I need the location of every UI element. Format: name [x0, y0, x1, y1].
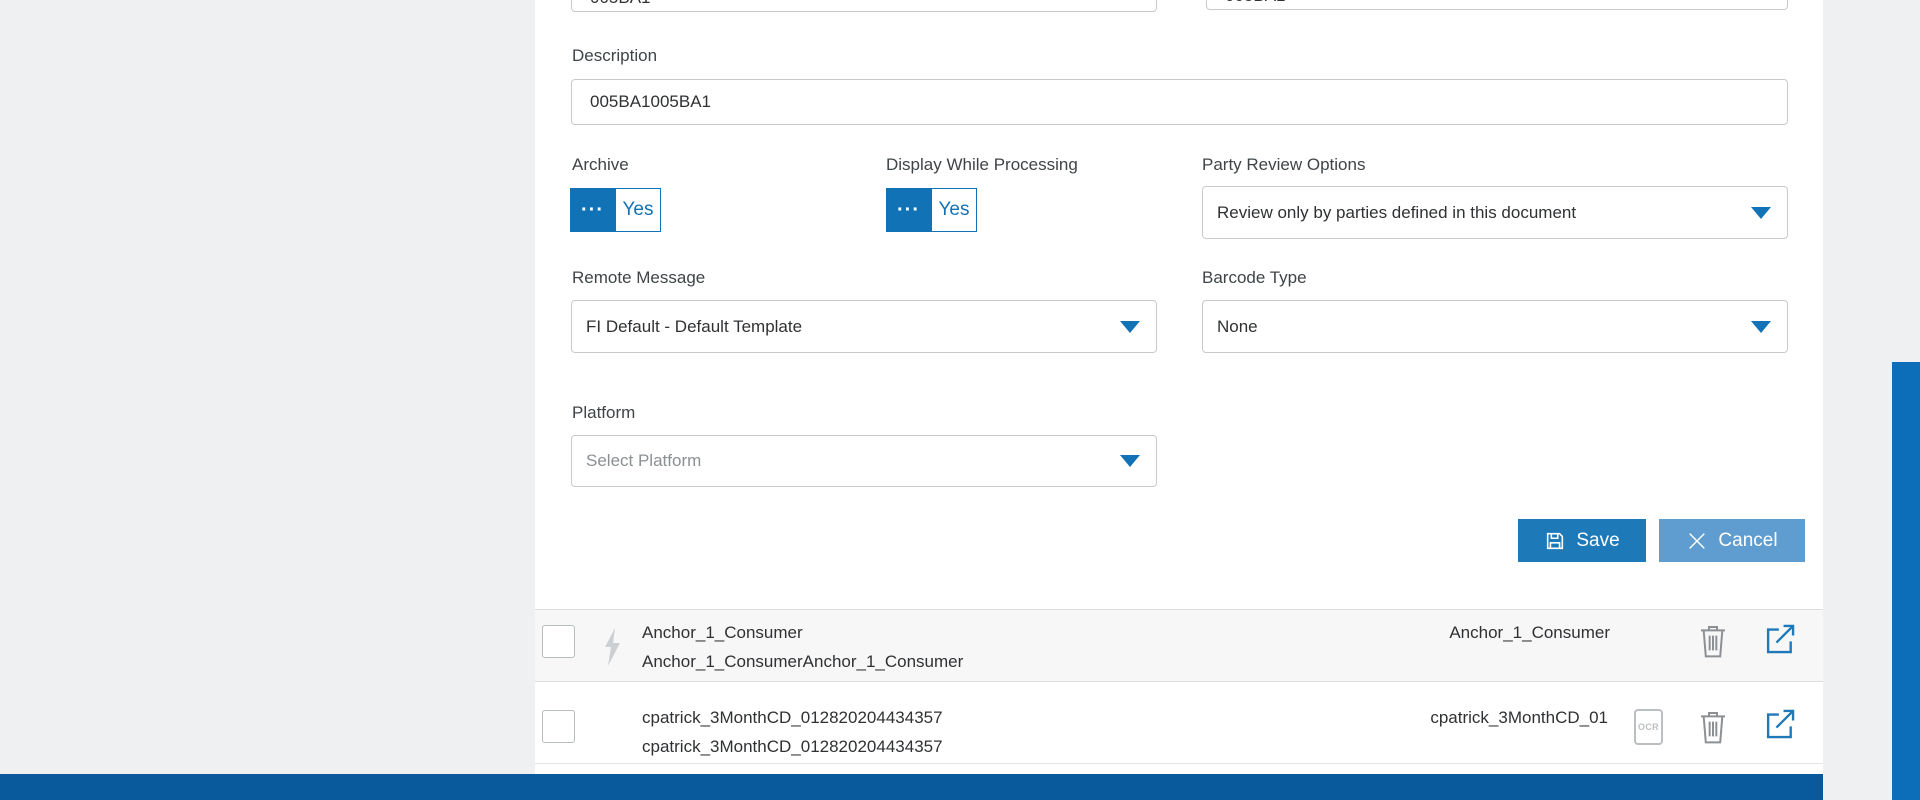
party-review-options-label: Party Review Options	[1202, 155, 1366, 174]
platform-dropdown[interactable]: Select Platform	[571, 435, 1157, 487]
document-row-checkbox[interactable]	[542, 625, 575, 658]
description-label: Description	[572, 46, 658, 65]
display-while-processing-label: Display While Processing	[886, 155, 1078, 174]
document-name: Anchor_1_Consumer	[642, 623, 803, 642]
platform-placeholder: Select Platform	[586, 451, 702, 470]
footer-bar	[0, 774, 1823, 800]
delete-icon[interactable]	[1697, 622, 1729, 660]
save-button-label: Save	[1576, 529, 1620, 551]
display-while-processing-toggle[interactable]: ··· Yes	[886, 188, 977, 232]
chevron-down-icon[interactable]	[1120, 455, 1140, 467]
archive-label: Archive	[572, 155, 629, 174]
display-while-processing-toggle-state: Yes	[931, 188, 977, 232]
description-field-value: 005BA1005BA1	[590, 92, 711, 111]
toggle-handle-icon: ···	[886, 188, 931, 232]
vertical-scrollbar[interactable]	[1892, 362, 1920, 800]
document-display-name: Anchor_1_Consumer	[1449, 623, 1610, 642]
archive-toggle[interactable]: ··· Yes	[570, 188, 661, 232]
chevron-down-icon[interactable]	[1120, 320, 1140, 333]
open-in-new-window-icon[interactable]	[1761, 620, 1799, 658]
save-icon	[1544, 530, 1566, 552]
document-name: cpatrick_3MonthCD_012820204434357	[642, 708, 943, 727]
toggle-handle-icon: ···	[570, 188, 615, 232]
document-row-checkbox[interactable]	[542, 710, 575, 743]
label-field-value: 005BA1	[1225, 0, 1286, 6]
save-button[interactable]: Save	[1518, 519, 1646, 562]
close-icon	[1686, 530, 1708, 552]
remote-message-value: FI Default - Default Template	[586, 316, 803, 336]
cancel-button-label: Cancel	[1718, 529, 1778, 551]
document-template-form-page: 005BA1 005BA1 Description 005BA1005BA1 A…	[0, 0, 1920, 800]
description-field[interactable]: 005BA1005BA1	[571, 79, 1788, 125]
remote-message-dropdown[interactable]: FI Default - Default Template	[571, 300, 1157, 353]
name-field[interactable]: 005BA1	[571, 0, 1157, 12]
document-description: Anchor_1_ConsumerAnchor_1_Consumer	[642, 652, 964, 671]
document-display-name: cpatrick_3MonthCD_01	[1430, 708, 1608, 727]
party-review-options-dropdown[interactable]: Review only by parties defined in this d…	[1202, 186, 1788, 239]
platform-label: Platform	[572, 403, 636, 422]
lightning-icon	[600, 626, 624, 668]
label-field[interactable]: 005BA1	[1206, 0, 1788, 10]
chevron-down-icon[interactable]	[1751, 206, 1771, 219]
barcode-type-value: None	[1217, 316, 1258, 336]
open-in-new-window-icon[interactable]	[1761, 705, 1799, 743]
document-description: cpatrick_3MonthCD_012820204434357	[642, 737, 943, 756]
cancel-button[interactable]: Cancel	[1659, 519, 1805, 562]
barcode-type-label: Barcode Type	[1202, 268, 1307, 287]
ocr-icon: OCR	[1634, 709, 1663, 745]
delete-icon[interactable]	[1697, 708, 1729, 746]
chevron-down-icon[interactable]	[1751, 320, 1771, 333]
remote-message-label: Remote Message	[572, 268, 706, 287]
name-field-value: 005BA1	[590, 0, 651, 8]
party-review-options-value: Review only by parties defined in this d…	[1217, 202, 1577, 222]
archive-toggle-state: Yes	[615, 188, 661, 232]
barcode-type-dropdown[interactable]: None	[1202, 300, 1788, 353]
